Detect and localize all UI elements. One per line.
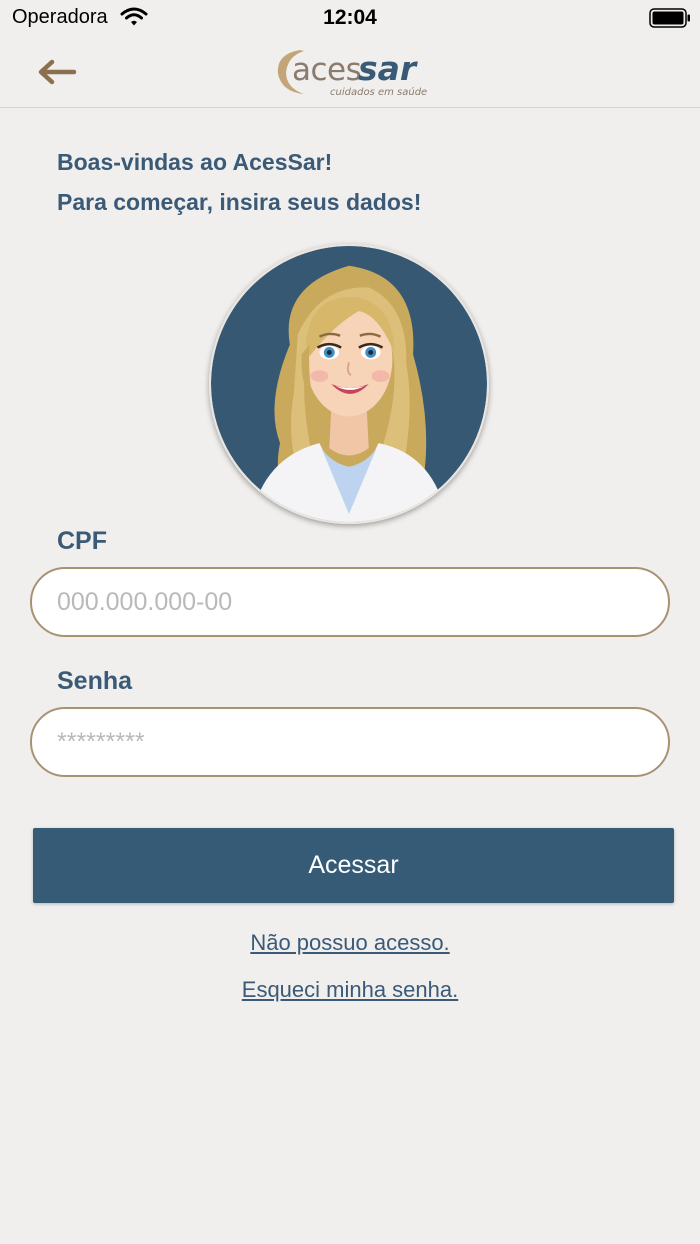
acessar-logo: aces sar cuidados em saúde [274, 42, 428, 98]
password-input[interactable] [30, 707, 670, 777]
back-button[interactable] [30, 50, 86, 94]
welcome-title: Boas-vindas ao AcesSar! [57, 149, 333, 175]
welcome-subtitle: Para começar, insira seus dados! [57, 189, 422, 215]
cpf-label: CPF [57, 527, 107, 555]
assistant-avatar [209, 244, 489, 524]
arrow-left-icon [30, 59, 86, 98]
login-button[interactable]: Acessar [33, 828, 674, 903]
senha-label: Senha [57, 667, 133, 695]
forgot-password-link[interactable]: Esqueci minha senha. [0, 977, 700, 1003]
no-access-link[interactable]: Não possuo acesso. [0, 930, 700, 956]
battery-icon [649, 8, 691, 33]
welcome-message: Boas-vindas ao AcesSar! Para começar, in… [57, 142, 421, 222]
svg-text:cuidados em saúde: cuidados em saúde [330, 86, 427, 98]
status-time: 12:04 [323, 6, 377, 29]
svg-text:aces: aces [292, 52, 361, 88]
cpf-input[interactable] [30, 567, 670, 637]
app-header: aces sar cuidados em saúde [0, 36, 700, 108]
svg-text:sar: sar [358, 49, 418, 88]
status-bar: Operadora 12:04 [0, 0, 700, 36]
